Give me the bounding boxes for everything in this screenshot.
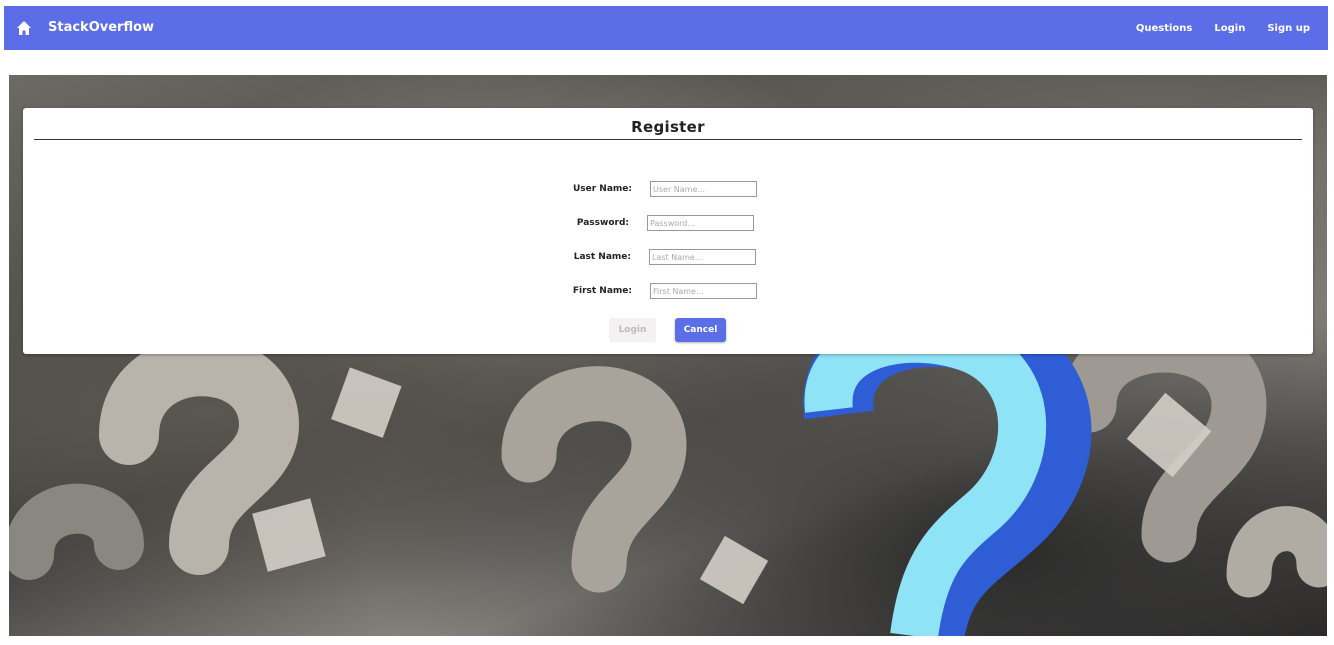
title-divider [34,139,1302,140]
password-input[interactable] [647,215,754,231]
username-row: User Name: [572,181,757,197]
firstname-row: First Name: [572,283,757,299]
password-label: Password: [576,218,629,228]
register-title: Register [631,118,705,136]
username-input[interactable] [650,181,757,197]
lastname-row: Last Name: [571,249,756,265]
username-label: User Name: [572,184,632,194]
login-button[interactable]: Login [609,318,656,342]
firstname-label: First Name: [572,286,632,296]
lastname-input[interactable] [649,249,756,265]
register-card: Register User Name: Password: Last Name:… [23,108,1313,354]
nav-login-link[interactable]: Login [1214,23,1245,34]
firstname-input[interactable] [650,283,757,299]
top-navbar: StackOverflow Questions Login Sign up [4,6,1328,50]
brand-link[interactable]: StackOverflow [48,6,154,50]
nav-signup-link[interactable]: Sign up [1267,23,1310,34]
home-icon[interactable] [16,20,32,36]
lastname-label: Last Name: [573,252,631,262]
nav-links: Questions Login Sign up [1136,6,1310,50]
cancel-button[interactable]: Cancel [675,318,726,342]
password-row: Password: [569,215,754,231]
nav-questions-link[interactable]: Questions [1136,23,1193,34]
